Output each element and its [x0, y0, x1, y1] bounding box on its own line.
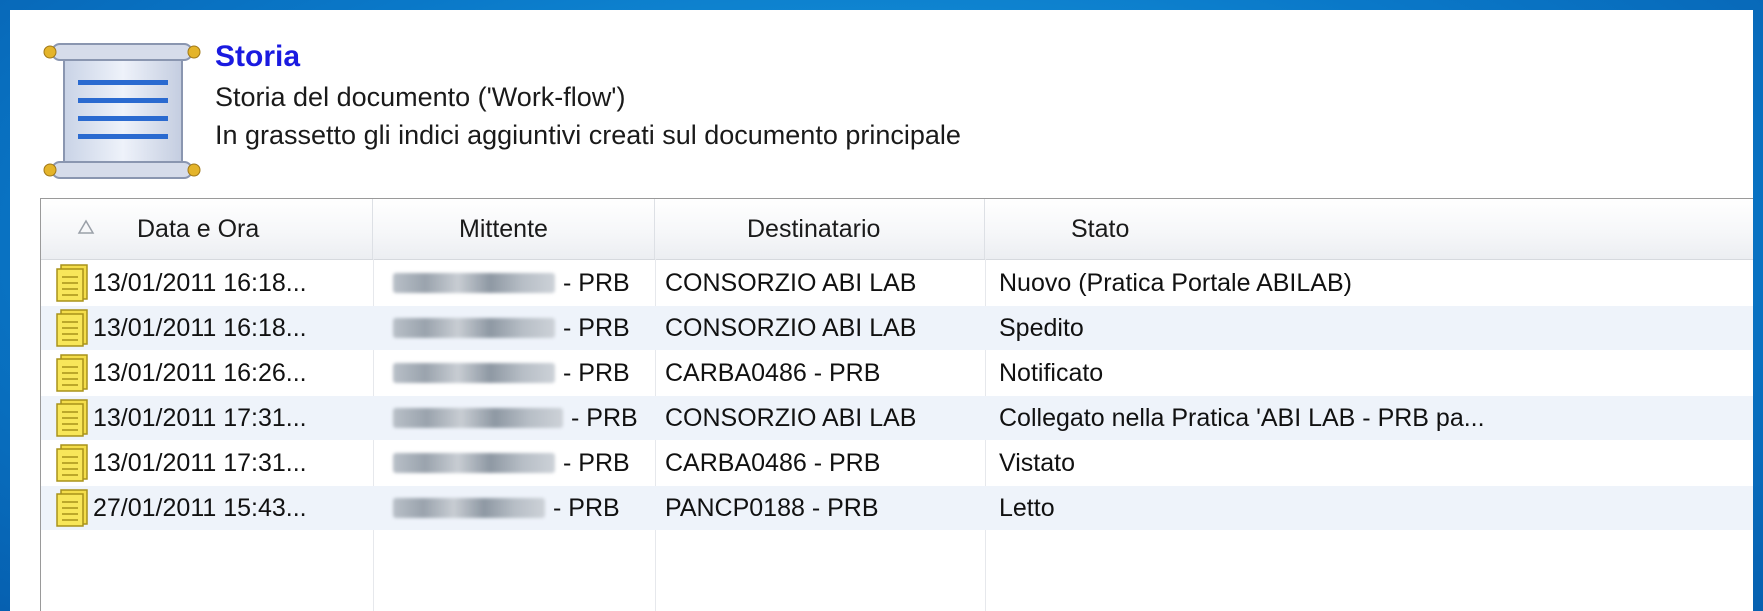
- row-date: 13/01/2011 17:31...: [93, 449, 307, 477]
- row-date: 13/01/2011 16:18...: [93, 269, 307, 297]
- scroll-document-icon: [43, 43, 201, 179]
- row-sender: - PRB: [563, 269, 630, 297]
- section-title: Storia: [215, 40, 301, 73]
- history-grid: Data e Ora Mittente Destinatario Stato 1…: [40, 198, 1753, 611]
- column-header-label: Data e Ora: [137, 215, 260, 243]
- redacted-sender: [393, 408, 563, 428]
- redacted-sender: [393, 273, 555, 293]
- row-status: Nuovo (Pratica Portale ABILAB): [999, 269, 1352, 297]
- row-status: Spedito: [999, 314, 1084, 342]
- history-panel: Storia Storia del documento ('Work-flow'…: [10, 10, 1753, 611]
- row-sender: - PRB: [553, 494, 620, 522]
- section-note: In grassetto gli indici aggiuntivi creat…: [215, 120, 961, 150]
- column-header-sender[interactable]: Mittente: [373, 199, 655, 259]
- column-header-label: Stato: [1071, 215, 1130, 243]
- row-sender: - PRB: [563, 314, 630, 342]
- row-date: 13/01/2011 16:26...: [93, 359, 307, 387]
- document-icon: [56, 444, 88, 482]
- row-recipient: CARBA0486 - PRB: [665, 359, 881, 387]
- document-icon: [56, 354, 88, 392]
- table-row[interactable]: 13/01/2011 17:31... - PRB CONSORZIO ABI LA…: [41, 396, 1753, 440]
- row-date: 27/01/2011 15:43...: [93, 494, 307, 522]
- row-recipient: CARBA0486 - PRB: [665, 449, 881, 477]
- row-date: 13/01/2011 17:31...: [93, 404, 307, 432]
- row-recipient: CONSORZIO ABI LAB: [665, 314, 917, 342]
- row-sender: - PRB: [563, 359, 630, 387]
- column-header-recipient[interactable]: Destinatario: [655, 199, 985, 259]
- document-icon: [56, 309, 88, 347]
- table-row[interactable]: 27/01/2011 15:43... - PRB PANCP0188 - PRB L…: [41, 486, 1753, 530]
- column-header-label: Mittente: [459, 215, 548, 243]
- header: Storia Storia del documento ('Work-flow'…: [10, 10, 1753, 200]
- row-status: Letto: [999, 494, 1055, 522]
- table-row[interactable]: 13/01/2011 16:18... - PRB CONSORZIO ABI LA…: [41, 306, 1753, 350]
- row-status: Collegato nella Pratica 'ABI LAB - PRB p…: [999, 404, 1485, 432]
- row-recipient: CONSORZIO ABI LAB: [665, 404, 917, 432]
- table-row[interactable]: 13/01/2011 16:18... - PRB CONSORZIO ABI LA…: [41, 261, 1753, 305]
- row-recipient: PANCP0188 - PRB: [665, 494, 879, 522]
- table-row[interactable]: 13/01/2011 17:31... - PRB CARBA0486 - PRB V…: [41, 441, 1753, 485]
- row-sender: - PRB: [563, 449, 630, 477]
- column-header-status[interactable]: Stato: [985, 199, 1753, 259]
- section-description: Storia del documento ('Work-flow'): [215, 82, 626, 112]
- row-recipient: CONSORZIO ABI LAB: [665, 269, 917, 297]
- row-status: Vistato: [999, 449, 1075, 477]
- row-sender: - PRB: [571, 404, 638, 432]
- document-icon: [56, 264, 88, 302]
- redacted-sender: [393, 318, 555, 338]
- column-header-label: Destinatario: [747, 215, 881, 243]
- column-header-row: Data e Ora Mittente Destinatario Stato: [41, 199, 1753, 260]
- row-date: 13/01/2011 16:18...: [93, 314, 307, 342]
- row-status: Notificato: [999, 359, 1104, 387]
- sort-ascending-icon: [77, 219, 95, 234]
- column-header-date[interactable]: Data e Ora: [41, 199, 373, 259]
- table-row[interactable]: 13/01/2011 16:26... - PRB CARBA0486 - PRB N…: [41, 351, 1753, 395]
- document-icon: [56, 399, 88, 437]
- redacted-sender: [393, 498, 545, 518]
- redacted-sender: [393, 453, 555, 473]
- redacted-sender: [393, 363, 555, 383]
- document-icon: [56, 489, 88, 527]
